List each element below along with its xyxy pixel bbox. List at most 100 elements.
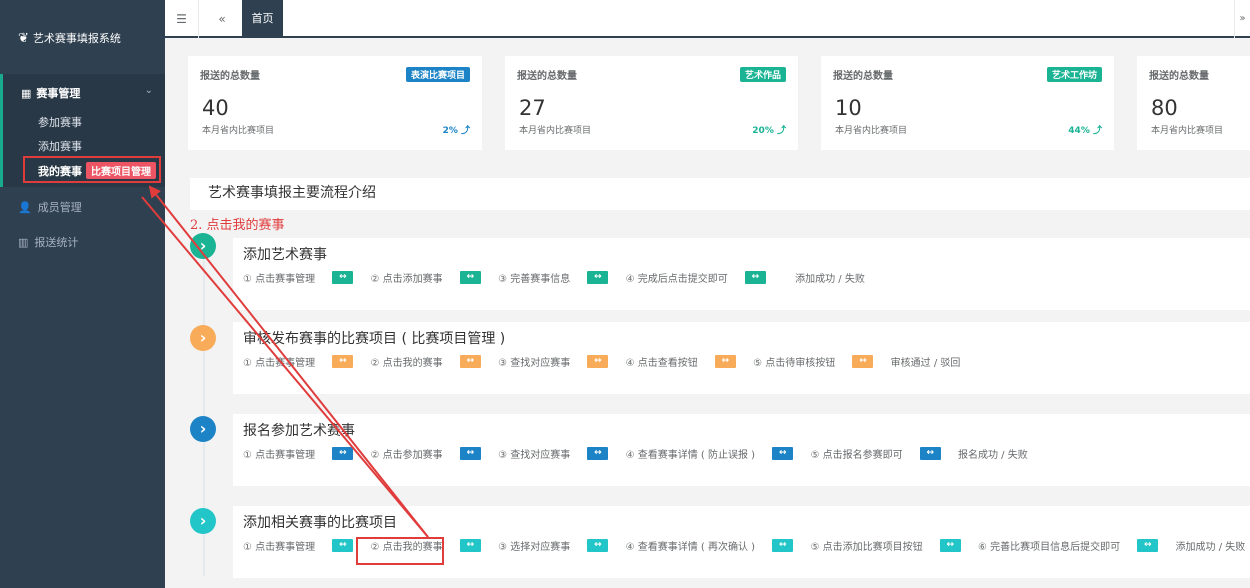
chevron-right-icon: › — [190, 233, 216, 259]
stat-title: 报送的总数量 — [517, 71, 577, 82]
menu-head-label: 赛事管理 — [36, 87, 81, 100]
flow-card-title: 添加相关赛事的比赛项目 — [243, 515, 397, 531]
flow-steps: ① 点击赛事管理 ↔ ② 点击我的赛事 ↔ ③ 查找对应赛事 ↔ ④ 点击查看按… — [243, 354, 960, 369]
flow-step: ② 点击参加赛事 — [370, 450, 443, 461]
menu-head-event-management[interactable]: ▦ 赛事管理 — [21, 85, 80, 101]
level-up-icon: ⤴ — [776, 126, 786, 136]
arrow-icon: ↔ — [744, 271, 766, 284]
sidebar-item-add-event[interactable]: 添加赛事 — [38, 138, 82, 154]
highlight-box-step — [356, 537, 444, 565]
sidebar-item-members[interactable]: 👤 成员管理 — [18, 199, 82, 215]
grid-icon: ▦ — [21, 87, 32, 100]
arrow-icon: ↔ — [852, 355, 874, 368]
stat-subtitle: 本月省内比赛项目 — [202, 126, 275, 136]
arrow-icon: ↔ — [332, 355, 354, 368]
flow-step: ④ 查看赛事详情 ( 再次确认 ) — [625, 542, 756, 553]
step-annotation: 2. 点击我的赛事 — [190, 218, 285, 233]
flow-step: ③ 查找对应赛事 — [498, 450, 571, 461]
level-up-icon: ⤴ — [1092, 126, 1102, 136]
flow-step: ④ 点击查看按钮 — [625, 358, 698, 369]
sidebar: ❦ 艺术赛事填报系统 ▦ 赛事管理 ⌄ 参加赛事 添加赛事 我的赛事 比赛项目管理 👤… — [0, 0, 165, 588]
flow-card-join-event: 报名参加艺术赛事 ① 点击赛事管理 ↔ ② 点击参加赛事 ↔ ③ 查找对应赛事 … — [233, 414, 1250, 486]
flow-step: ③ 选择对应赛事 — [498, 542, 571, 553]
stat-title: 报送的总数量 — [200, 71, 260, 82]
chevron-right-icon: › — [190, 325, 216, 351]
flow-card-title: 审核发布赛事的比赛项目 ( 比赛项目管理 ) — [243, 331, 506, 347]
stat-number: 80 — [1151, 96, 1178, 120]
user-icon: 👤 — [18, 201, 32, 214]
sidebar-item-statistics[interactable]: ▥ 报送统计 — [18, 234, 78, 250]
sidebar-item-label: 成员管理 — [37, 201, 82, 214]
flow-step: ⑥ 完善比赛项目信息后提交即可 — [977, 542, 1121, 553]
arrow-icon: ↔ — [332, 447, 354, 460]
app-title: 艺术赛事填报系统 — [32, 32, 121, 45]
arrow-icon: ↔ — [459, 271, 481, 284]
flow-step: ② 点击添加赛事 — [370, 274, 443, 285]
stat-number: 27 — [519, 96, 546, 120]
flow-step: ⑤ 点击报名参赛即可 — [810, 450, 903, 461]
stat-percent-value: 2% — [442, 126, 458, 136]
flow-card-title: 报名参加艺术赛事 — [243, 423, 355, 439]
arrow-icon: ↔ — [714, 355, 736, 368]
arrow-icon: ↔ — [1137, 539, 1159, 552]
flow-step: ④ 查看赛事详情 ( 防止误报 ) — [625, 450, 756, 461]
sidebar-item-join-event[interactable]: 参加赛事 — [38, 114, 82, 130]
stat-label-badge: 艺术作品 — [739, 67, 786, 82]
arrow-icon: ↔ — [332, 539, 354, 552]
stat-percent-value: 44% — [1068, 126, 1090, 136]
stat-number: 40 — [202, 96, 229, 120]
arrow-icon: ↔ — [772, 447, 794, 460]
bar-chart-icon: ▥ — [18, 236, 29, 249]
wheat-icon: ❦ — [18, 31, 29, 46]
stat-percent: 20% ⤴ — [752, 123, 786, 136]
sidebar-item-label: 添加赛事 — [38, 140, 82, 153]
chevron-right-icon: › — [190, 416, 216, 442]
stat-title: 报送的总数量 — [833, 71, 893, 82]
arrow-icon: ↔ — [459, 355, 481, 368]
app-logo[interactable]: ❦ 艺术赛事填报系统 — [18, 30, 121, 46]
stat-subtitle: 本月省内比赛项目 — [519, 126, 592, 136]
arrow-icon: ↔ — [919, 447, 941, 460]
flow-step: ① 点击赛事管理 — [243, 542, 316, 553]
arrow-icon: ↔ — [587, 355, 609, 368]
flow-step: ① 点击赛事管理 — [243, 274, 316, 285]
flow-step: ① 点击赛事管理 — [243, 358, 316, 369]
chevron-down-icon[interactable]: ⌄ — [145, 85, 153, 96]
top-bar: ☰ « 首页 » — [165, 0, 1250, 38]
tab-label: 首页 — [251, 12, 274, 25]
arrow-icon: ↔ — [587, 447, 609, 460]
flow-step: ① 点击赛事管理 — [243, 450, 316, 461]
flow-step: ⑤ 点击添加比赛项目按钮 — [810, 542, 923, 553]
double-chevron-right-icon[interactable]: » — [1234, 0, 1250, 38]
flow-step: ⑤ 点击待审核按钮 — [753, 358, 836, 369]
menu-toggle-button[interactable]: ☰ — [165, 0, 199, 38]
level-up-icon: ⤴ — [460, 126, 470, 136]
stat-card: 报送的总数量 80 本月省内比赛项目 — [1137, 56, 1250, 150]
stat-number: 10 — [835, 96, 862, 120]
stat-label-badge: 表演比赛项目 — [405, 67, 470, 82]
sidebar-item-label: 参加赛事 — [38, 116, 82, 129]
double-chevron-left-icon[interactable]: « — [205, 0, 239, 38]
arrow-icon: ↔ — [587, 271, 609, 284]
flow-step: ③ 查找对应赛事 — [498, 358, 571, 369]
arrow-icon: ↔ — [772, 539, 794, 552]
chevron-right-icon: › — [190, 508, 216, 534]
stat-card: 报送的总数量 艺术工作坊 10 本月省内比赛项目 44% ⤴ — [821, 56, 1114, 150]
arrow-icon: ↔ — [939, 539, 961, 552]
sidebar-item-label: 报送统计 — [34, 236, 79, 249]
flow-section-title: 艺术赛事填报主要流程介绍 — [190, 178, 1250, 210]
flow-steps: ① 点击赛事管理 ↔ ② 点击添加赛事 ↔ ③ 完善赛事信息 ↔ ④ 完成后点击… — [243, 270, 865, 285]
flow-step: ④ 完成后点击提交即可 — [625, 274, 728, 285]
stat-title: 报送的总数量 — [1149, 71, 1209, 82]
flow-section-title-text: 艺术赛事填报主要流程介绍 — [208, 185, 376, 201]
flow-result: 添加成功 / 失败 — [1175, 542, 1246, 553]
stat-percent: 44% ⤴ — [1068, 123, 1102, 136]
flow-card-title: 添加艺术赛事 — [243, 247, 327, 263]
flow-result: 报名成功 / 失败 — [957, 450, 1028, 461]
arrow-icon: ↔ — [587, 539, 609, 552]
stat-label-badge: 艺术工作坊 — [1046, 67, 1102, 82]
flow-card-add-event: 添加艺术赛事 ① 点击赛事管理 ↔ ② 点击添加赛事 ↔ ③ 完善赛事信息 ↔ … — [233, 238, 1250, 310]
tab-home[interactable]: 首页 — [242, 0, 283, 38]
stat-card: 报送的总数量 表演比赛项目 40 本月省内比赛项目 2% ⤴ — [188, 56, 482, 150]
stat-percent-value: 20% — [752, 126, 774, 136]
